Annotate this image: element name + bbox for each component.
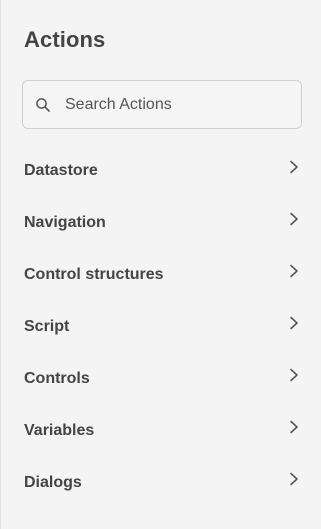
search-input[interactable] (65, 81, 295, 128)
panel-title: Actions (24, 27, 106, 52)
category-label: Control structures (24, 266, 164, 283)
search-icon (36, 98, 50, 112)
category-item-control-structures[interactable]: Control structures (1, 248, 321, 300)
chevron-right-icon (290, 368, 298, 382)
search-box[interactable] (22, 80, 302, 129)
category-item-controls[interactable]: Controls (1, 352, 321, 404)
category-label: Variables (24, 422, 95, 439)
category-label: Script (24, 318, 70, 335)
category-label: Dialogs (24, 474, 82, 491)
category-label: Datastore (24, 162, 98, 179)
category-list: Datastore Navigation Control structures … (1, 144, 321, 508)
actions-panel: Actions Datastore Navigation Control str… (0, 0, 321, 529)
chevron-right-icon (290, 472, 298, 486)
category-label: Controls (24, 370, 90, 387)
chevron-right-icon (290, 316, 298, 330)
chevron-right-icon (290, 420, 298, 434)
category-label: Navigation (24, 214, 106, 231)
category-item-datastore[interactable]: Datastore (1, 144, 321, 196)
category-item-script[interactable]: Script (1, 300, 321, 352)
chevron-right-icon (290, 212, 298, 226)
category-item-variables[interactable]: Variables (1, 404, 321, 456)
category-item-navigation[interactable]: Navigation (1, 196, 321, 248)
category-item-dialogs[interactable]: Dialogs (1, 456, 321, 508)
chevron-right-icon (290, 264, 298, 278)
chevron-right-icon (290, 160, 298, 174)
